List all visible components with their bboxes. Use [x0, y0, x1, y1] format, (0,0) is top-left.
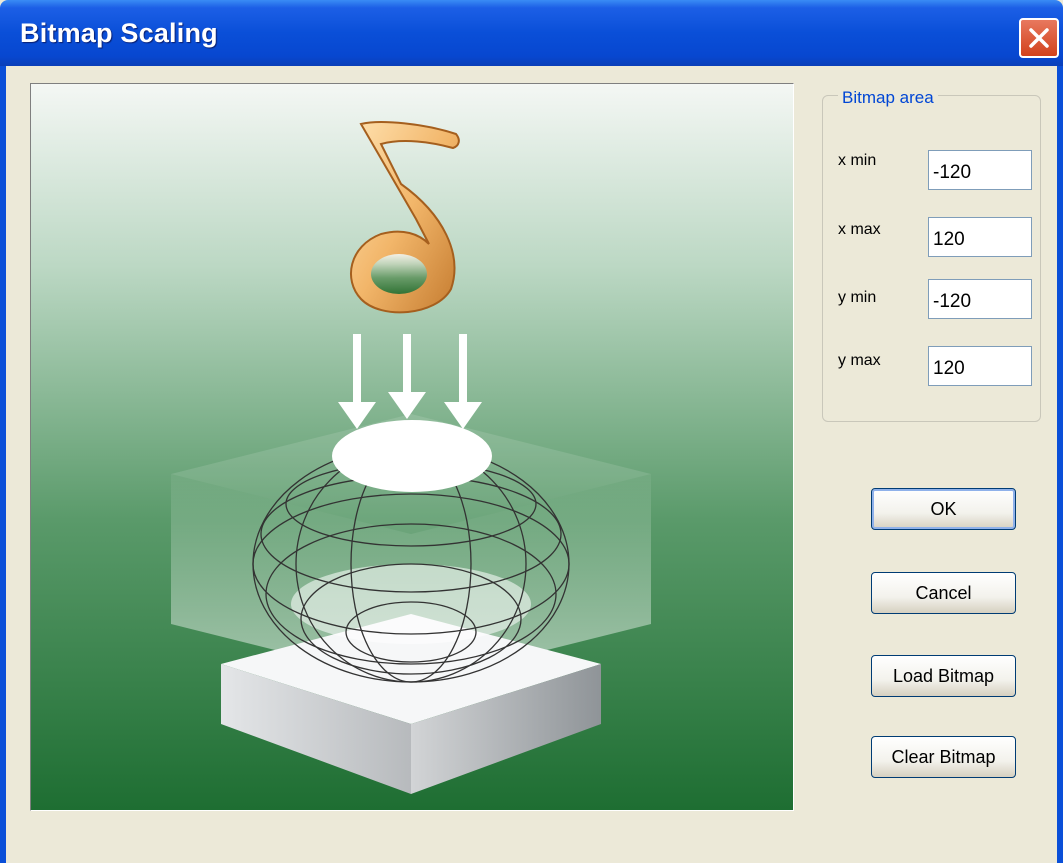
bitmap-area-legend: Bitmap area	[838, 88, 938, 108]
box-glow	[291, 564, 531, 644]
bitmap-scaling-dialog: Bitmap Scaling Bitmap area x min -120 x …	[0, 0, 1063, 863]
x-min-input[interactable]	[928, 150, 1032, 190]
x-max-input[interactable]	[928, 217, 1032, 257]
window-title: Bitmap Scaling	[20, 18, 218, 48]
window-frame-right	[1057, 66, 1063, 863]
y-min-input[interactable]	[928, 279, 1032, 319]
y-max-label: y max	[838, 352, 881, 369]
x-max-label: x max	[838, 221, 881, 238]
x-min-label: x min	[838, 152, 877, 169]
load-bitmap-button[interactable]: Load Bitmap	[871, 655, 1016, 697]
bitmap-preview	[30, 83, 794, 811]
window-frame-left	[0, 66, 6, 863]
close-icon	[1027, 26, 1051, 50]
preview-illustration	[31, 84, 793, 810]
close-button[interactable]	[1019, 18, 1059, 58]
y-max-input[interactable]	[928, 346, 1032, 386]
white-disc	[332, 420, 492, 492]
ok-button[interactable]: OK	[871, 488, 1016, 530]
y-min-label: y min	[838, 289, 877, 306]
cancel-button[interactable]: Cancel	[871, 572, 1016, 614]
title-bar[interactable]: Bitmap Scaling	[0, 0, 1063, 66]
clear-bitmap-button[interactable]: Clear Bitmap	[871, 736, 1016, 778]
